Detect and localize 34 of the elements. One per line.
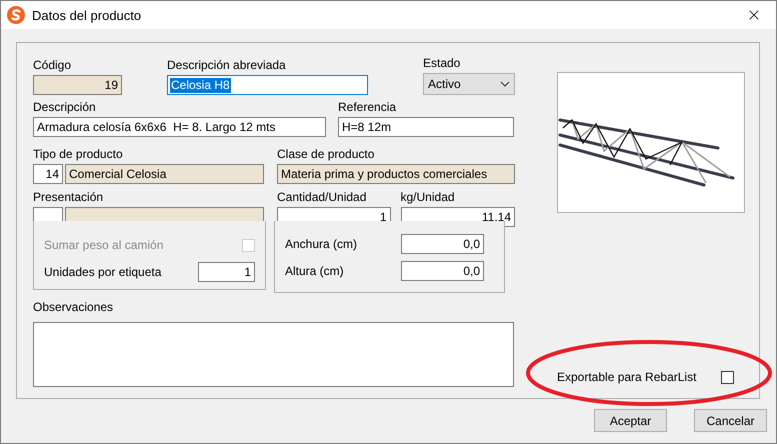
input-field[interactable]: Materia prima y productos comerciales	[277, 164, 515, 184]
field-label: Clase de producto	[277, 147, 376, 162]
field-label: kg/Unidad	[400, 190, 456, 205]
cancel-button[interactable]: Cancelar	[694, 409, 767, 432]
input-field[interactable]: 19	[33, 75, 122, 95]
input-field[interactable]: 14	[33, 164, 63, 184]
field-label: Presentación	[33, 190, 104, 205]
input-field[interactable]: 0,0	[401, 261, 484, 281]
input-field[interactable]: Comercial Celosia	[65, 164, 264, 184]
input-field[interactable]: Celosia H8	[167, 75, 368, 95]
app-logo-icon	[7, 6, 25, 24]
field-label: Descripción abreviada	[167, 58, 287, 73]
status-dropdown[interactable]: Activo	[423, 73, 515, 95]
field-label: Referencia	[338, 100, 398, 115]
checkbox-label: Exportable para RebarList	[557, 370, 696, 385]
field-label: Anchura (cm)	[285, 236, 358, 252]
checkbox[interactable]	[721, 371, 734, 384]
input-field[interactable]: 1	[198, 262, 255, 282]
field-label: Descripción	[33, 100, 97, 115]
field-label: Observaciones	[33, 300, 114, 315]
notes-field[interactable]	[33, 322, 514, 387]
input-field[interactable]: 0,0	[401, 234, 484, 254]
chevron-down-icon	[500, 81, 510, 87]
field-label: Altura (cm)	[285, 264, 344, 278]
input-field[interactable]: Armadura celosía 6x6x6 H= 8. Largo 12 mts	[33, 117, 326, 137]
accept-button[interactable]: Aceptar	[594, 409, 667, 432]
input-field[interactable]: H=8 12m	[338, 117, 514, 137]
field-label: Tipo de producto	[33, 147, 124, 162]
field-label: Código	[33, 58, 72, 73]
window-title: Datos del producto	[32, 8, 142, 22]
field-label: Cantidad/Unidad	[277, 190, 368, 205]
field-label: Unidades por etiqueta	[44, 264, 162, 280]
field-label: Sumar peso al camión	[44, 238, 164, 252]
field-label: Estado	[423, 56, 462, 71]
